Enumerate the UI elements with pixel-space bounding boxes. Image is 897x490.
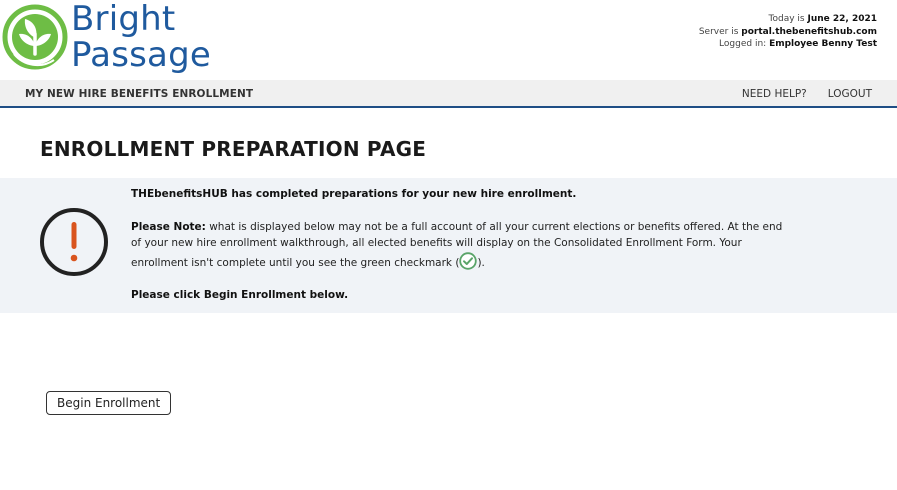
instruction-text: Please click Begin Enrollment below. [131, 289, 349, 301]
header: Bright Passage Today is June 22, 2021 Se… [0, 0, 897, 80]
logout-link[interactable]: LOGOUT [828, 88, 872, 100]
notice-instruction: Please click Begin Enrollment below. [131, 287, 791, 304]
note-text-end: ). [477, 256, 485, 269]
notice-headline: THEbenefitsHUB has completed preparation… [131, 186, 791, 203]
logged-line: Logged in: Employee Benny Test [699, 38, 877, 51]
logged-value: Employee Benny Test [769, 39, 877, 49]
notice-panel: THEbenefitsHUB has completed preparation… [0, 178, 897, 313]
bright-passage-logo[interactable]: Bright Passage [2, 1, 211, 73]
begin-enrollment-button[interactable]: Begin Enrollment [46, 391, 172, 415]
logged-label: Logged in: [719, 39, 767, 49]
brand-name: Bright Passage [71, 1, 211, 73]
session-status: Today is June 22, 2021 Server is portal.… [699, 13, 877, 51]
nav-links: NEED HELP? LOGOUT [742, 88, 872, 100]
today-line: Today is June 22, 2021 [699, 13, 878, 26]
green-checkmark-icon [459, 251, 478, 270]
brand-line2: Passage [71, 35, 211, 75]
exclamation-alert-icon [40, 208, 108, 276]
need-help-link[interactable]: NEED HELP? [742, 88, 807, 100]
today-label: Today is [768, 14, 805, 24]
nav-bar: MY NEW HIRE BENEFITS ENROLLMENT NEED HEL… [0, 80, 897, 108]
server-value: portal.thebenefitshub.com [741, 26, 877, 37]
page-title: ENROLLMENT PREPARATION PAGE [40, 137, 427, 161]
nav-title: MY NEW HIRE BENEFITS ENROLLMENT [25, 88, 254, 100]
notice-note: Please Note: what is displayed below may… [131, 219, 791, 272]
brand-line1: Bright [71, 0, 176, 39]
note-text: what is displayed below may not be a ful… [131, 220, 783, 269]
notice-body: THEbenefitsHUB has completed preparation… [131, 186, 791, 320]
server-label: Server is [698, 26, 739, 37]
note-label: Please Note: [131, 220, 206, 233]
leaf-logo-icon [2, 4, 68, 70]
server-line: Server is portal.thebenefitshub.com [699, 26, 877, 39]
today-value: June 22, 2021 [807, 14, 877, 24]
headline-text: THEbenefitsHUB has completed preparation… [131, 188, 577, 200]
